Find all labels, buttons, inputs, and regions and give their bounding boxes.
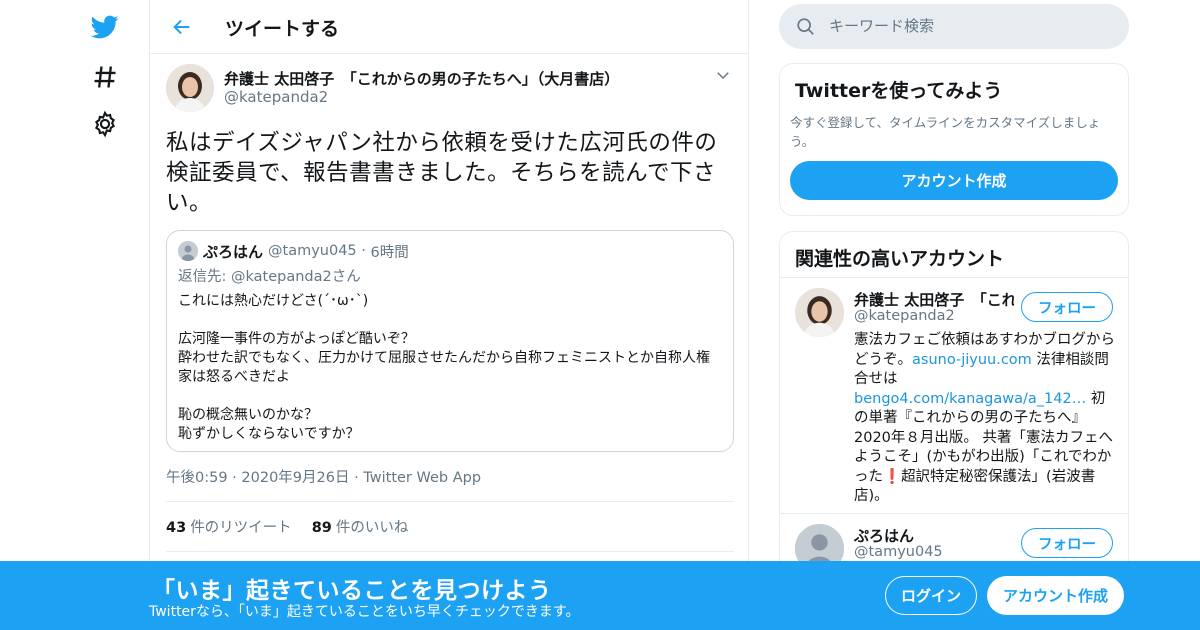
avatar[interactable] bbox=[166, 64, 214, 112]
banner-subtitle: Twitterなら、「いま」起きていることをいち早くチェックできます。 bbox=[149, 604, 580, 620]
quoted-time: 6時間 bbox=[370, 244, 409, 261]
signup-card: Twitterを使ってみよう 今すぐ登録して、タイムラインをカスタマイズしましょ… bbox=[779, 63, 1129, 216]
login-button[interactable]: ログイン bbox=[885, 576, 977, 615]
bottom-banner: 「いま」起きていることを見つけよう Twitterなら、「いま」起きていることを… bbox=[0, 561, 1200, 630]
quoted-tweet-header: ぷろはん @tamyu045 · 6時間 bbox=[178, 241, 722, 261]
twitter-bird-icon[interactable] bbox=[88, 10, 122, 44]
separator-dot: · bbox=[356, 243, 371, 259]
account-name[interactable]: 弁護士 太田啓子 「これからの男の子たちへ」 bbox=[854, 289, 1014, 310]
chevron-down-icon[interactable] bbox=[714, 66, 734, 86]
signup-card-title: Twitterを使ってみよう bbox=[795, 80, 1003, 102]
gear-icon[interactable] bbox=[88, 107, 122, 141]
separator-dot: · bbox=[232, 470, 242, 486]
retweet-count[interactable]: 43 件のリツイート bbox=[166, 516, 292, 537]
bio-link[interactable]: asuno-jiyuu.com bbox=[912, 352, 1032, 368]
account-handle[interactable]: @tamyu045 bbox=[854, 544, 943, 560]
follow-button[interactable]: フォロー bbox=[1021, 528, 1113, 558]
quoted-tweet[interactable]: ぷろはん @tamyu045 · 6時間 返信先: @katepanda2さん … bbox=[166, 230, 734, 452]
related-accounts-title: 関連性の高いアカウント bbox=[780, 232, 1128, 278]
quoted-author-name: ぷろはん bbox=[203, 242, 264, 261]
account-bio: 憲法カフェご依頼はあすわかブログからどうぞ。asuno-jiyuu.com 法律… bbox=[854, 331, 1116, 507]
tweet-client: Twitter Web App bbox=[363, 470, 482, 486]
list-item[interactable]: 弁護士 太田啓子 「これからの男の子たちへ」 @katepanda2 フォロー … bbox=[780, 278, 1128, 514]
author-handle[interactable]: @katepanda2 bbox=[224, 88, 328, 106]
left-nav bbox=[82, 0, 130, 630]
quoted-tweet-text: これには熱心だけどさ(´･ω･`) 広河隆一事件の方がよっぽど酷いぞ？ 酔わせた… bbox=[178, 293, 710, 442]
hashtag-icon[interactable] bbox=[88, 60, 122, 94]
account-name[interactable]: ぷろはん bbox=[854, 525, 1014, 546]
separator-dot: · bbox=[354, 470, 364, 486]
search-input[interactable] bbox=[829, 12, 1109, 40]
search-box[interactable] bbox=[779, 4, 1129, 49]
tweet-date[interactable]: 2020年9月26日 bbox=[241, 470, 349, 486]
quoted-author-handle: @tamyu045 bbox=[268, 243, 357, 259]
exclamation-icon: ❗ bbox=[883, 468, 902, 485]
follow-button[interactable]: フォロー bbox=[1021, 292, 1113, 322]
reply-to: 返信先: @katepanda2さん bbox=[178, 269, 361, 285]
banner-title: 「いま」起きていることを見つけよう bbox=[152, 578, 552, 604]
tweet-detail: 弁護士 太田啓子 「これからの男の子たちへ」（大月書店） @katepanda2… bbox=[166, 64, 734, 552]
avatar[interactable] bbox=[795, 288, 844, 337]
back-arrow-icon[interactable] bbox=[168, 13, 196, 41]
account-handle[interactable]: @katepanda2 bbox=[854, 308, 955, 324]
search-icon bbox=[797, 18, 814, 35]
page-title: ツイートする bbox=[225, 18, 340, 40]
main-column: ツイートする 弁護士 太田啓子 「これからの男の子たちへ」（大月書店） @kat… bbox=[149, 0, 749, 630]
like-count[interactable]: 89 件のいいね bbox=[312, 516, 409, 537]
author-name[interactable]: 弁護士 太田啓子 「これからの男の子たちへ」（大月書店） bbox=[224, 68, 619, 89]
tweet-time[interactable]: 午後0:59 bbox=[166, 470, 228, 486]
page-header: ツイートする bbox=[150, 0, 748, 54]
avatar bbox=[178, 241, 198, 261]
tweet-stats: 43 件のリツイート 89 件のいいね bbox=[166, 502, 734, 552]
bio-link[interactable]: bengo4.com/kanagawa/a_142… bbox=[854, 391, 1086, 407]
banner-create-account-button[interactable]: アカウント作成 bbox=[987, 576, 1124, 615]
tweet-timestamp: 午後0:59 · 2020年9月26日 · Twitter Web App bbox=[166, 466, 734, 502]
signup-card-subtitle: 今すぐ登録して、タイムラインをカスタマイズしましょう。 bbox=[790, 115, 1101, 149]
tweet-text: 私はデイズジャパン社から依頼を受けた広河氏の件の検証委員で、報告書書きました。そ… bbox=[166, 130, 718, 216]
create-account-button[interactable]: アカウント作成 bbox=[790, 161, 1118, 200]
tweet-author: 弁護士 太田啓子 「これからの男の子たちへ」（大月書店） @katepanda2 bbox=[166, 64, 734, 116]
